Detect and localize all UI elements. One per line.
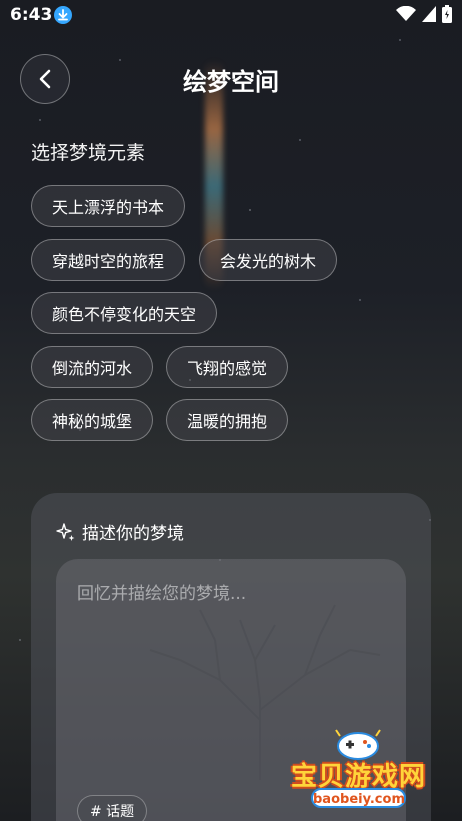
element-chip[interactable]: 穿越时空的旅程: [31, 239, 186, 281]
wifi-icon: [396, 6, 416, 21]
section-heading: 选择梦境元素: [31, 142, 146, 164]
page-title: 绘梦空间: [183, 68, 279, 96]
element-chip[interactable]: 温暖的拥抱: [166, 399, 289, 441]
element-chip[interactable]: 颜色不停变化的天空: [31, 292, 218, 334]
element-chip[interactable]: 天上漂浮的书本: [31, 185, 186, 227]
battery-icon: [442, 5, 452, 23]
topic-tag-button[interactable]: # 话题: [77, 795, 148, 821]
status-time: 6:43: [10, 5, 53, 25]
element-chip[interactable]: 倒流的河水: [31, 346, 154, 388]
watermark-logo: 宝贝游戏网 baobeiy.com: [286, 728, 431, 820]
status-icons: [396, 5, 452, 23]
watermark-subtitle: baobeiy.com: [311, 788, 406, 808]
signal-icon: [422, 6, 436, 22]
card-heading: 描述你的梦境: [82, 524, 184, 544]
element-chip[interactable]: 飞翔的感觉: [166, 346, 289, 388]
element-chip[interactable]: 会发光的树木: [199, 239, 338, 281]
status-bar: 6:43: [0, 0, 462, 30]
element-chip[interactable]: 神秘的城堡: [31, 399, 154, 441]
download-icon: [54, 6, 72, 24]
app-screen: 6:43 绘梦空间 选择梦境元素 天上漂浮的书本 穿越时空的旅程 会发光的树木 …: [0, 0, 462, 821]
sparkle-icon: [56, 522, 75, 541]
card-header: 描述你的梦境: [56, 519, 184, 544]
